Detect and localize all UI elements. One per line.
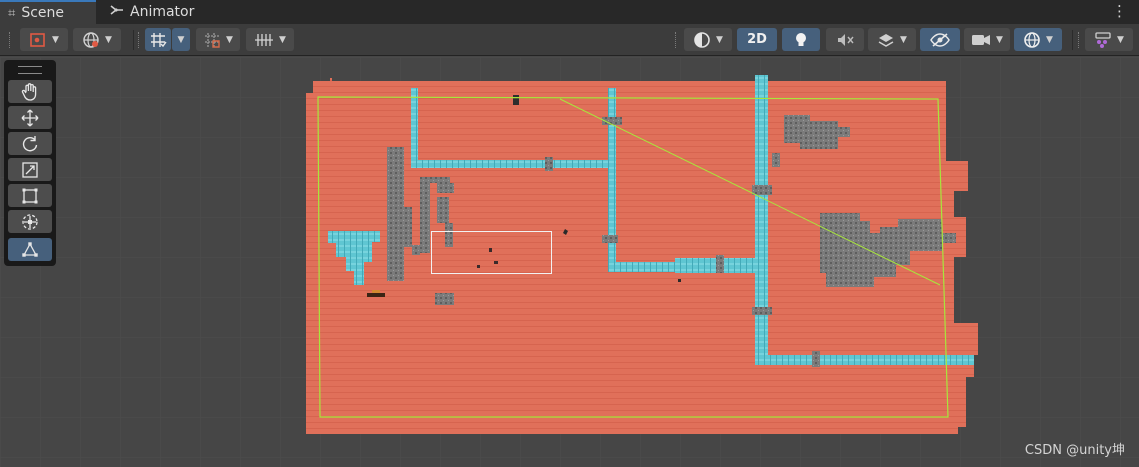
globe-icon xyxy=(83,31,99,48)
chevron-down-icon: ▼ xyxy=(226,34,233,45)
camera-settings-dropdown[interactable]: ▼ xyxy=(964,28,1010,51)
draw-mode-dropdown[interactable]: ▼ xyxy=(20,28,68,51)
scene-toolbar: ▼ ▼ ▼ ▼ ▼ ▼ 2D ▼ ▼ ▼ ▼ xyxy=(0,24,1139,56)
scene-canvas[interactable] xyxy=(0,57,1139,467)
toolbar-divider xyxy=(133,30,134,50)
increment-snap-icon xyxy=(205,32,220,48)
rect-tool-button[interactable] xyxy=(8,184,52,207)
eye-hidden-icon xyxy=(930,32,950,47)
gizmo-globe-icon xyxy=(1024,31,1040,48)
grid-lines-icon xyxy=(255,33,274,46)
rotate-icon xyxy=(22,135,38,151)
tab-animator[interactable]: Animator xyxy=(106,0,194,24)
mute-speaker-icon xyxy=(838,33,854,46)
move-icon xyxy=(21,109,39,126)
tab-scene[interactable]: ⌗ Scene xyxy=(0,0,96,24)
watermark-text: CSDN @unity坤 xyxy=(1024,443,1125,458)
chevron-down-icon: ▼ xyxy=(52,34,59,45)
overlay-menu-icon xyxy=(1095,31,1111,48)
rect-transform-icon xyxy=(22,188,38,203)
camera-icon xyxy=(972,34,991,45)
chevron-down-icon: ▼ xyxy=(1117,34,1124,45)
layers-icon xyxy=(878,33,894,47)
custom-tool-button[interactable] xyxy=(8,238,52,261)
grid-visibility-dropdown[interactable]: ▼ xyxy=(246,28,294,51)
window-tab-bar: ⌗ Scene Animator ⋮ xyxy=(0,0,1139,24)
lighting-toggle[interactable] xyxy=(782,28,820,51)
toolbar-grip-icon xyxy=(138,32,141,48)
shading-sphere-icon xyxy=(694,31,710,48)
move-tool-button[interactable] xyxy=(8,106,52,129)
scene-viewport[interactable]: CSDN @unity坤 xyxy=(0,57,1139,467)
toolbar-grip-icon xyxy=(1078,32,1081,48)
toolbar-grip-icon xyxy=(9,32,12,48)
chevron-down-icon: ▼ xyxy=(1046,34,1053,45)
draw-mode-icon xyxy=(30,32,45,47)
gizmos-dropdown[interactable]: ▼ xyxy=(1014,28,1062,51)
transform-icon xyxy=(22,213,38,230)
audio-toggle[interactable] xyxy=(826,28,864,51)
chevron-down-icon: ▼ xyxy=(716,34,723,45)
chevron-down-icon: ▼ xyxy=(105,34,112,45)
animator-icon xyxy=(110,4,124,20)
chevron-down-icon: ▼ xyxy=(996,34,1003,45)
tab-animator-label: Animator xyxy=(130,4,195,20)
palette-grip-icon[interactable] xyxy=(18,66,42,74)
custom-editor-tool-icon xyxy=(22,241,38,257)
chevron-down-icon: ▼ xyxy=(900,34,907,45)
grid-snapping-dropdown[interactable]: ▼ xyxy=(172,28,190,51)
tab-scene-label: Scene xyxy=(21,5,65,21)
overlays-dropdown[interactable]: ▼ xyxy=(1085,28,1133,51)
effects-dropdown[interactable]: ▼ xyxy=(868,28,916,51)
grid-icon: ⌗ xyxy=(8,5,16,21)
lightbulb-icon xyxy=(796,32,806,46)
more-options-icon[interactable]: ⋮ xyxy=(1112,3,1127,19)
toolbar-grip-icon xyxy=(675,32,678,48)
2d-mode-toggle[interactable]: 2D xyxy=(737,28,777,51)
transform-tool-button[interactable] xyxy=(8,210,52,233)
tool-palette xyxy=(4,60,56,266)
scale-tool-button[interactable] xyxy=(8,158,52,181)
grid-snapping-toggle[interactable] xyxy=(145,28,171,51)
rotate-tool-button[interactable] xyxy=(8,132,52,155)
increment-snapping-dropdown[interactable]: ▼ xyxy=(196,28,240,51)
hand-icon xyxy=(21,82,37,101)
global-local-dropdown[interactable]: ▼ xyxy=(73,28,121,51)
chevron-down-icon: ▼ xyxy=(177,34,185,45)
toolbar-divider xyxy=(1072,30,1073,50)
scene-visibility-toggle[interactable] xyxy=(920,28,960,51)
scale-icon xyxy=(22,161,38,178)
grid-snap-icon xyxy=(151,32,167,47)
hand-tool-button[interactable] xyxy=(8,80,52,103)
chevron-down-icon: ▼ xyxy=(279,34,286,45)
shading-mode-dropdown[interactable]: ▼ xyxy=(684,28,732,51)
